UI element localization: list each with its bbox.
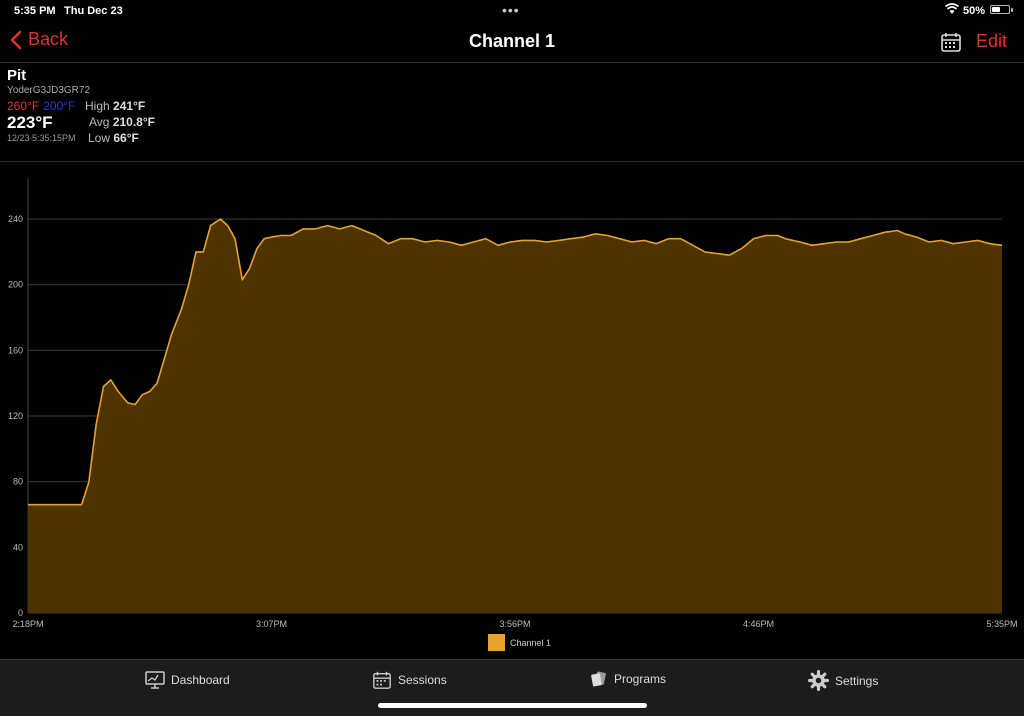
current-temp: 223°F — [7, 113, 53, 132]
tab-sessions-label: Sessions — [398, 673, 447, 687]
y-tick-label: 240 — [8, 214, 23, 224]
low-alarm: 200°F — [43, 99, 76, 113]
tab-dashboard[interactable]: Dashboard — [145, 670, 230, 690]
y-tick-label: 200 — [8, 280, 23, 290]
alarm-row: 260°F 200°F — [7, 99, 75, 113]
legend-swatch — [488, 634, 505, 651]
avg-label: Avg — [89, 115, 110, 129]
tab-programs[interactable]: Programs — [590, 670, 666, 688]
high-stat: High 241°F — [85, 99, 145, 113]
probe-name: Pit — [7, 67, 27, 84]
wifi-icon — [945, 3, 959, 14]
device-id: YoderG3JD3GR72 — [7, 85, 91, 96]
low-stat: Low 66°F — [88, 131, 139, 145]
tab-settings-label: Settings — [835, 673, 879, 688]
status-date: Thu Dec 23 — [64, 5, 123, 17]
series-area — [28, 219, 1002, 613]
gear-icon — [808, 670, 829, 691]
tab-programs-label: Programs — [614, 672, 667, 686]
y-tick-label: 160 — [8, 345, 23, 355]
tab-sessions[interactable]: Sessions — [372, 670, 447, 690]
y-tick-label: 80 — [13, 477, 23, 487]
x-tick-label: 4:46PM — [743, 619, 774, 629]
multitasking-dots-icon[interactable]: ••• — [502, 2, 520, 18]
y-tick-label: 120 — [8, 411, 23, 421]
tab-settings[interactable]: Settings — [808, 670, 878, 691]
y-tick-label: 40 — [13, 542, 23, 552]
high-label: High — [85, 99, 110, 113]
battery-icon — [990, 5, 1013, 14]
calendar-icon[interactable] — [940, 31, 962, 53]
low-value: 66°F — [113, 131, 139, 145]
programs-icon — [591, 671, 606, 687]
status-time: 5:35 PM — [14, 5, 56, 17]
x-tick-label: 3:07PM — [256, 619, 287, 629]
reading-timestamp: 12/23 5:35:15PM — [7, 133, 76, 143]
tab-dashboard-label: Dashboard — [171, 673, 230, 687]
y-tick-label: 0 — [18, 608, 23, 618]
x-tick-label: 2:18PM — [12, 619, 43, 629]
high-alarm: 260°F — [7, 99, 40, 113]
low-label: Low — [88, 131, 111, 145]
probe-info: Pit YoderG3JD3GR72 — [7, 67, 307, 96]
navigation-bar: Back Channel 1 Edit — [0, 22, 1024, 63]
legend-label: Channel 1 — [510, 638, 551, 648]
avg-value: 210.8°F — [112, 115, 155, 129]
calendar-icon — [373, 671, 391, 689]
dashboard-icon — [145, 671, 165, 689]
high-value: 241°F — [113, 99, 146, 113]
page-title: Channel 1 — [468, 31, 556, 51]
battery-percent: 50% — [963, 5, 986, 17]
x-tick-label: 3:56PM — [499, 619, 530, 629]
edit-button[interactable]: Edit — [976, 31, 1007, 52]
temperature-chart[interactable]: 0 40 80 120 160 200 240 2:18PM 3:07PM 3:56PM 4:46P… — [0, 170, 1024, 655]
home-indicator[interactable] — [378, 703, 647, 708]
avg-stat: Avg 210.8°F — [89, 115, 155, 129]
x-tick-label: 5:35PM — [986, 619, 1017, 629]
divider — [0, 161, 1024, 162]
status-bar: 5:35 PM Thu Dec 23 ••• 50% — [0, 0, 1024, 22]
